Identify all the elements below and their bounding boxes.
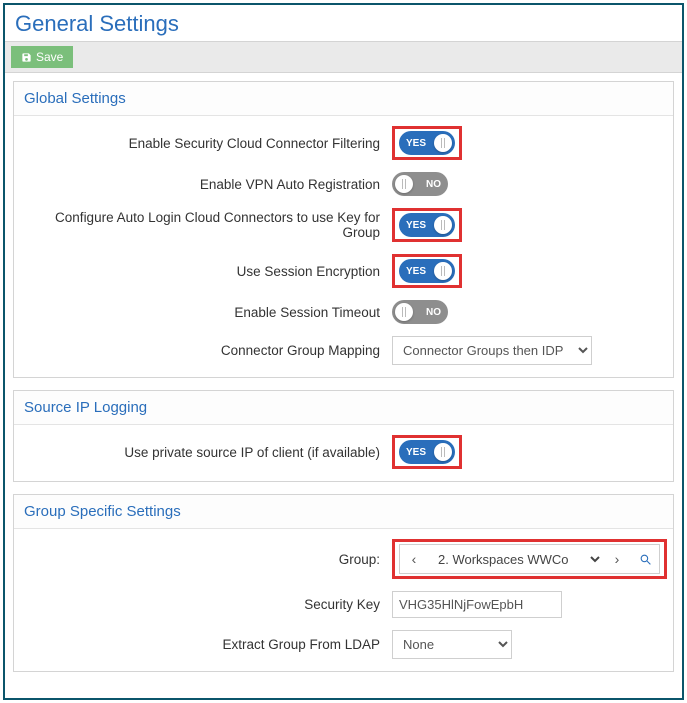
label-private-ip: Use private source IP of client (if avai… [22, 445, 392, 460]
toggle-enable-vpn[interactable]: NO [392, 172, 448, 196]
input-security-key[interactable] [392, 591, 562, 618]
highlight-private-ip: YES [392, 435, 462, 469]
group-next-button[interactable]: › [603, 545, 631, 573]
toggle-label: YES [406, 266, 426, 277]
save-button[interactable]: Save [11, 46, 73, 68]
label-auto-login-key: Configure Auto Login Cloud Connectors to… [22, 210, 392, 240]
panel-header-source-ip: Source IP Logging [14, 391, 673, 425]
toggle-label: YES [406, 220, 426, 231]
toggle-session-timeout[interactable]: NO [392, 300, 448, 324]
chevron-left-icon: ‹ [412, 551, 417, 567]
chevron-right-icon: › [615, 551, 620, 567]
toggle-knob-icon [434, 134, 452, 152]
label-group: Group: [22, 552, 392, 567]
page-title: General Settings [5, 5, 682, 41]
panel-global-settings: Global Settings Enable Security Cloud Co… [13, 81, 674, 378]
toggle-label: YES [406, 447, 426, 458]
label-security-key: Security Key [22, 597, 392, 612]
label-session-timeout: Enable Session Timeout [22, 305, 392, 320]
panel-header-global: Global Settings [14, 82, 673, 116]
highlight-auto-login-key: YES [392, 208, 462, 242]
highlight-session-encryption: YES [392, 254, 462, 288]
select-extract-ldap[interactable]: None [392, 630, 512, 659]
group-selector: ‹ 2. Workspaces WWCo › [399, 544, 660, 574]
group-prev-button[interactable]: ‹ [400, 545, 428, 573]
select-connector-mapping[interactable]: Connector Groups then IDP [392, 336, 592, 365]
highlight-group-selector: ‹ 2. Workspaces WWCo › [392, 539, 667, 579]
panel-source-ip-logging: Source IP Logging Use private source IP … [13, 390, 674, 482]
toggle-knob-icon [434, 216, 452, 234]
toggle-knob-icon [395, 175, 413, 193]
select-group[interactable]: 2. Workspaces WWCo [428, 545, 603, 573]
label-enable-filtering: Enable Security Cloud Connector Filterin… [22, 136, 392, 151]
group-search-button[interactable] [631, 545, 659, 573]
toggle-auto-login-key[interactable]: YES [399, 213, 455, 237]
panel-group-specific: Group Specific Settings Group: ‹ 2. Work… [13, 494, 674, 672]
save-button-label: Save [36, 50, 63, 64]
label-enable-vpn: Enable VPN Auto Registration [22, 177, 392, 192]
toggle-enable-filtering[interactable]: YES [399, 131, 455, 155]
toggle-knob-icon [434, 443, 452, 461]
search-icon [639, 553, 652, 566]
toggle-session-encryption[interactable]: YES [399, 259, 455, 283]
highlight-enable-filtering: YES [392, 126, 462, 160]
toggle-label: NO [426, 179, 441, 190]
toggle-label: NO [426, 307, 441, 318]
toggle-label: YES [406, 138, 426, 149]
toggle-knob-icon [395, 303, 413, 321]
label-extract-ldap: Extract Group From LDAP [22, 637, 392, 652]
label-session-encryption: Use Session Encryption [22, 264, 392, 279]
toggle-knob-icon [434, 262, 452, 280]
label-connector-mapping: Connector Group Mapping [22, 343, 392, 358]
toolbar: Save [5, 41, 682, 73]
save-icon [21, 52, 32, 63]
toggle-private-ip[interactable]: YES [399, 440, 455, 464]
panel-header-group-specific: Group Specific Settings [14, 495, 673, 529]
